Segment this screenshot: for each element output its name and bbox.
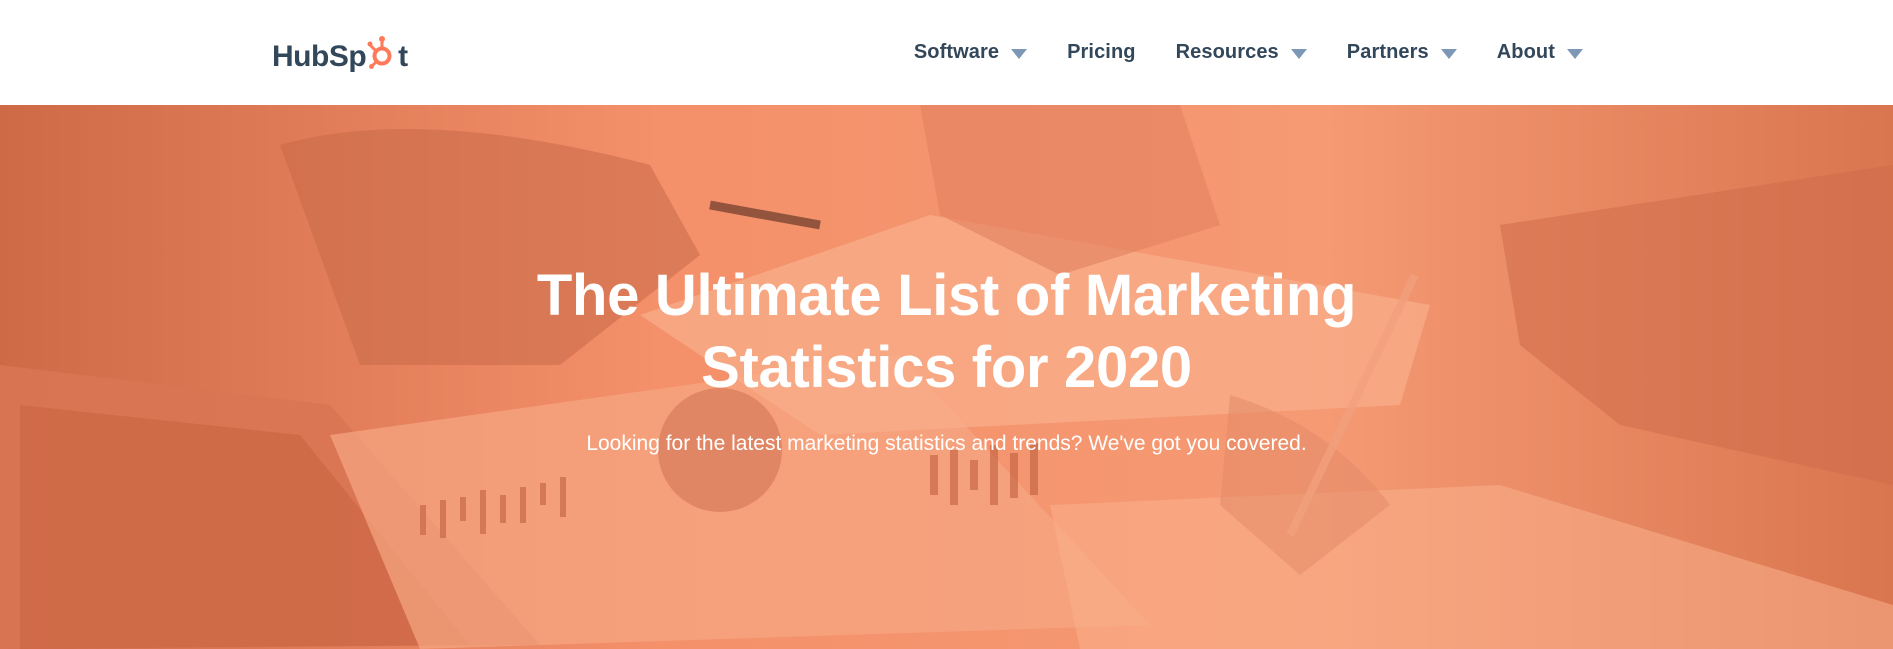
hero-title-line-1: The Ultimate List of Marketing bbox=[536, 263, 1357, 328]
hero-subtitle: Looking for the latest marketing statist… bbox=[586, 432, 1307, 455]
nav-item-resources[interactable]: Resources bbox=[1156, 33, 1327, 73]
hubspot-sprocket-icon bbox=[367, 36, 392, 69]
nav-label: About bbox=[1496, 41, 1555, 63]
nav-label: Pricing bbox=[1067, 41, 1136, 63]
nav-label: Software bbox=[913, 41, 1000, 63]
nav-item-software[interactable]: Software bbox=[894, 33, 1047, 73]
caret-down-icon bbox=[1011, 48, 1028, 59]
nav-item-about[interactable]: About bbox=[1477, 33, 1603, 73]
nav-item-pricing[interactable]: Pricing bbox=[1047, 33, 1156, 73]
hero-title-line-2: Statistics for 2020 bbox=[701, 335, 1192, 400]
nav-label: Partners bbox=[1346, 41, 1429, 63]
caret-down-icon bbox=[1567, 48, 1583, 59]
hero-title: The Ultimate List of Marketing Statistic… bbox=[0, 260, 1893, 404]
hubspot-logo[interactable]: HubSp t bbox=[272, 33, 408, 73]
caret-down-icon bbox=[1440, 48, 1457, 59]
main-nav: Software Pricing Resources Partners Abou… bbox=[894, 0, 1603, 105]
nav-item-partners[interactable]: Partners bbox=[1327, 33, 1477, 73]
top-navigation-bar: HubSp t Software Pricing Resources Partne… bbox=[0, 0, 1893, 105]
nav-label: Resources bbox=[1175, 41, 1279, 63]
hero-banner: The Ultimate List of Marketing Statistic… bbox=[0, 105, 1893, 649]
caret-down-icon bbox=[1290, 48, 1307, 59]
logo-wordmark: HubSp t bbox=[272, 32, 408, 74]
